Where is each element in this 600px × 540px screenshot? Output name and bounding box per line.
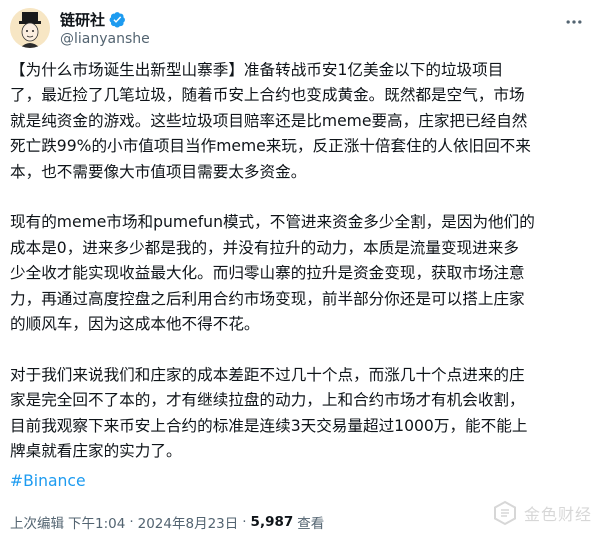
paragraph: 【为什么市场诞生出新型山寨季】准备转战币安1亿美金以下的垃圾项目 了，最近捡了几… xyxy=(10,58,590,185)
paragraph: 对于我们来说我们和庄家的成本差距不过几十个点，而涨几十个点进来的庄 家是完全回不… xyxy=(10,363,590,465)
text-line: 力，再通过高度控盘之后利用合约市场变现，前半部分你还是可以搭上庄家 xyxy=(10,289,525,308)
handle[interactable]: @lianyanshe xyxy=(60,31,150,47)
post-time[interactable]: 下午1:04 xyxy=(68,512,125,532)
more-dots-icon xyxy=(566,20,582,24)
post-date[interactable]: 2024年8月23日 xyxy=(138,512,239,532)
hashtag-link[interactable]: #Binance xyxy=(10,472,86,490)
verified-badge-icon[interactable] xyxy=(109,11,126,28)
text-line: 【为什么市场诞生出新型山寨季】准备转战币安1亿美金以下的垃圾项目 xyxy=(10,61,504,79)
display-name[interactable]: 链研社 xyxy=(60,9,105,30)
edited-label[interactable]: 上次编辑 xyxy=(10,512,64,532)
avatar-image xyxy=(10,8,50,48)
tweet-meta: 上次编辑 下午1:04 · 2024年8月23日 · 5,987 查看 xyxy=(10,512,324,532)
text-line: 牌桌就看庄家的实力了。 xyxy=(10,442,182,461)
text-line: 的顺风车，因为这成本他不得不花。 xyxy=(10,315,260,334)
avatar[interactable] xyxy=(10,8,50,48)
text-line: 现有的meme市场和pumefun模式，不管进来资金多少全割，是因为他们的 xyxy=(10,213,535,232)
text-line: 死亡跌99%的小市值项目当作meme来玩，反正涨十倍套住的人依旧回不来 xyxy=(10,137,531,156)
text-line: 本，也不需要像大市值项目需要太多资金。 xyxy=(10,162,307,181)
text-line: 成本是0，进来多少都是我的，并没有拉升的动力，本质是流量变现进来多 xyxy=(10,238,519,257)
watermark-logo-icon xyxy=(493,500,516,526)
separator: · xyxy=(129,514,134,530)
text-line: 目前我观察下来币安上合约的标准是连续3天交易量超过1000万，能不能上 xyxy=(10,416,528,435)
text-line: 对于我们来说我们和庄家的成本差距不过几十个点，而涨几十个点进来的庄 xyxy=(10,365,525,384)
watermark: 金色财经 xyxy=(492,500,592,526)
tweet-header: 链研社 @lianyanshe xyxy=(10,8,590,52)
text-line: 家是完全回不了本的，才有继续拉盘的动力，上和合约市场才有机会收割， xyxy=(10,391,525,410)
author-names: 链研社 @lianyanshe xyxy=(60,9,150,48)
more-options-button[interactable] xyxy=(562,10,586,34)
text-line: 了，最近捡了几笔垃圾，随着币安上合约也变成黄金。既然都是空气，市场 xyxy=(10,86,525,105)
separator: · xyxy=(242,514,247,530)
views-label: 查看 xyxy=(297,516,325,532)
tweet-text: 【为什么市场诞生出新型山寨季】准备转战币安1亿美金以下的垃圾项目 了，最近捡了几… xyxy=(10,58,590,464)
views-count: 5,987 xyxy=(250,514,294,530)
watermark-text: 金色财经 xyxy=(523,505,592,524)
text-line: 就是纯资金的游戏。这些垃圾项目赔率还是比meme要高，庄家把已经自然 xyxy=(10,111,528,130)
text-line: 少全收才能实现收益最大化。而归零山寨的拉升是资金变现，获取市场注意 xyxy=(10,264,525,283)
paragraph: 现有的meme市场和pumefun模式，不管进来资金多少全割，是因为他们的 成本… xyxy=(10,210,590,337)
